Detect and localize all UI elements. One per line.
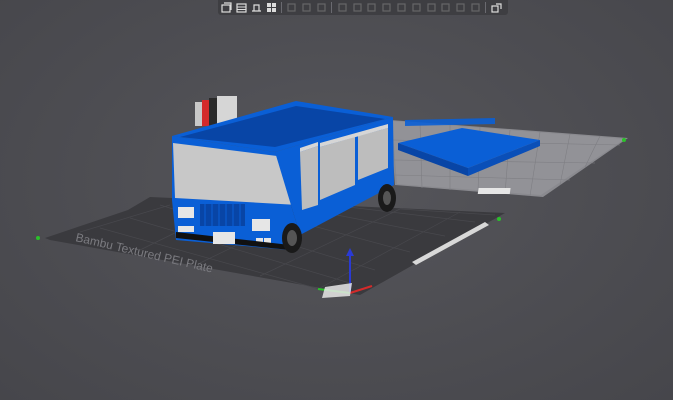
color-paint-icon: [441, 3, 450, 12]
lay-on-face-button[interactable]: [381, 1, 393, 14]
move-button[interactable]: [336, 1, 348, 14]
text-button[interactable]: [455, 1, 467, 14]
assembly-view-button[interactable]: [490, 1, 502, 14]
seam-paint-button[interactable]: [425, 1, 437, 14]
assembly-view-icon: [491, 3, 502, 13]
split-objects-icon: [287, 3, 297, 12]
scene-canvas[interactable]: Bambu Textured PEI Plate: [0, 0, 673, 400]
add-plate-icon: [236, 3, 247, 13]
seam-paint-icon: [426, 3, 436, 12]
split-objects-button[interactable]: [286, 1, 298, 14]
cut-icon: [397, 3, 406, 12]
move-icon: [338, 3, 347, 12]
rotate-icon: [352, 3, 362, 12]
add-object-icon: [221, 2, 232, 13]
auto-orient-icon: [251, 4, 261, 12]
scale-icon: [367, 3, 376, 12]
3d-viewport[interactable]: Bambu Textured PEI Plate: [0, 0, 673, 400]
layers-button[interactable]: [316, 1, 328, 14]
arrange-icon: [266, 3, 276, 12]
add-object-button[interactable]: [221, 1, 233, 14]
support-paint-icon: [412, 3, 421, 12]
layers-icon: [317, 3, 326, 12]
toolbar-separator: [485, 2, 487, 13]
cut-button[interactable]: [396, 1, 408, 14]
rotate-button[interactable]: [351, 1, 363, 14]
split-parts-button[interactable]: [301, 1, 313, 14]
toolbar-separator: [281, 2, 283, 13]
auto-orient-button[interactable]: [251, 1, 263, 14]
measure-icon: [471, 3, 480, 12]
top-toolbar: [218, 0, 508, 15]
toolbar-separator: [331, 2, 333, 13]
lay-on-face-icon: [382, 3, 391, 12]
arrange-button[interactable]: [265, 1, 277, 14]
scale-button[interactable]: [366, 1, 378, 14]
split-parts-icon: [302, 3, 311, 12]
add-plate-button[interactable]: [236, 1, 248, 14]
color-paint-button[interactable]: [440, 1, 452, 14]
support-paint-button[interactable]: [410, 1, 422, 14]
text-icon: [456, 3, 465, 12]
measure-button[interactable]: [470, 1, 482, 14]
